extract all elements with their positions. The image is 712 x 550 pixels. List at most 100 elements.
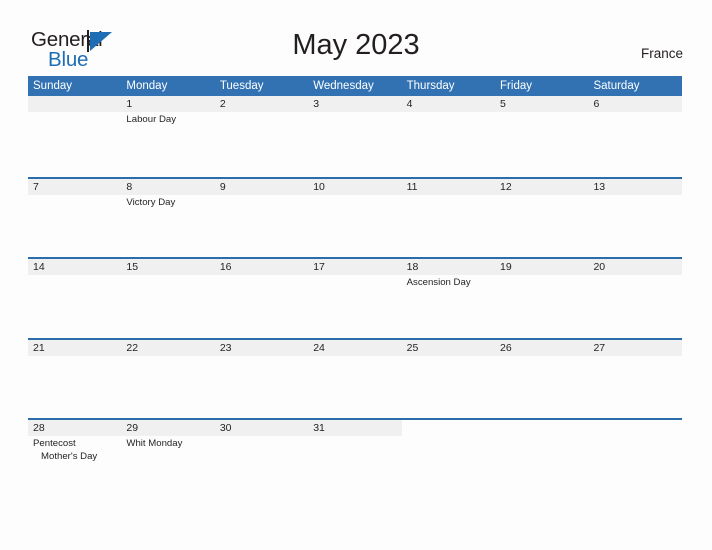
date-number[interactable]: 7 [28, 178, 122, 195]
date-number[interactable]: 23 [214, 339, 309, 356]
date-number[interactable]: 19 [495, 259, 589, 276]
weekday-header-wednesday: Wednesday [313, 80, 374, 92]
day-events [308, 436, 401, 498]
calendar-grid: Sunday Monday Tuesday Wednesday Thursday… [28, 76, 682, 499]
week-events-band: Labour Day [28, 112, 682, 174]
date-number[interactable]: 28 [28, 420, 122, 437]
date-number[interactable]: 15 [121, 259, 215, 276]
date-number[interactable]: 22 [121, 339, 215, 356]
date-number[interactable]: 1 [121, 96, 215, 112]
day-events [588, 195, 681, 257]
day-events [308, 275, 401, 337]
day-events [402, 356, 495, 418]
date-number[interactable]: 14 [28, 259, 122, 276]
date-empty [402, 420, 495, 436]
day-events [28, 112, 121, 174]
day-events: Labour Day [121, 112, 214, 174]
date-number[interactable]: 12 [495, 178, 589, 195]
holiday-label: Ascension Day [406, 277, 471, 289]
date-number[interactable]: 13 [588, 178, 682, 195]
day-events [402, 436, 495, 498]
date-number[interactable]: 31 [308, 420, 402, 437]
date-number[interactable]: 26 [495, 339, 589, 356]
date-number[interactable]: 24 [308, 339, 402, 356]
day-events [402, 112, 495, 174]
calendar-week-row: 14 15 16 17 18 19 20 Ascension Day [28, 257, 682, 338]
week-dates-band: 28 29 30 31 [28, 420, 682, 437]
date-number[interactable]: 5 [495, 96, 589, 112]
day-events [588, 356, 681, 418]
date-number[interactable]: 25 [401, 339, 496, 356]
day-events [495, 275, 588, 337]
day-events [28, 275, 121, 337]
date-number[interactable]: 10 [308, 178, 402, 195]
day-events [495, 112, 588, 174]
day-events: Pentecost Mother's Day [28, 436, 121, 498]
date-number[interactable]: 29 [121, 420, 215, 437]
day-events [215, 356, 308, 418]
date-number[interactable]: 4 [401, 96, 496, 112]
holiday-label: Whit Monday [126, 438, 183, 450]
holiday-label: Victory Day [126, 196, 176, 208]
holiday-label: Pentecost [33, 438, 76, 450]
weekday-header-saturday: Saturday [593, 80, 640, 92]
day-events [215, 112, 308, 174]
week-events-band: Pentecost Mother's Day Whit Monday [28, 436, 682, 498]
weekday-header-tuesday: Tuesday [219, 80, 264, 92]
date-number[interactable]: 6 [588, 96, 682, 112]
holiday-label: Labour Day [126, 114, 177, 125]
date-number[interactable]: 9 [214, 178, 309, 195]
weekday-header-row: Sunday Monday Tuesday Wednesday Thursday… [28, 76, 682, 96]
country-label: France [640, 46, 683, 61]
day-events [215, 436, 308, 498]
day-events [121, 275, 214, 337]
date-empty [28, 96, 122, 112]
day-events: Victory Day [121, 195, 214, 257]
day-events: Whit Monday [121, 436, 214, 498]
date-number[interactable]: 2 [214, 96, 309, 112]
day-events [308, 356, 401, 418]
day-events [402, 195, 495, 257]
week-dates-band: 21 22 23 24 25 26 27 [28, 339, 682, 356]
date-number[interactable]: 17 [308, 259, 402, 276]
holiday-label: Mother's Day [41, 451, 98, 463]
page-header: General Blue May 2023 France [0, 0, 712, 76]
weekday-header-monday: Monday [126, 80, 168, 92]
date-number[interactable]: 16 [214, 259, 309, 276]
date-empty [588, 420, 681, 436]
weekday-header-friday: Friday [500, 80, 532, 92]
date-number[interactable]: 30 [214, 420, 309, 437]
calendar-week-row: 1 2 3 4 5 6 Labour Day [28, 96, 682, 177]
day-events [28, 356, 121, 418]
day-events [215, 195, 308, 257]
page-title: May 2023 [292, 29, 420, 61]
day-events [121, 356, 214, 418]
date-number[interactable]: 11 [401, 178, 496, 195]
date-number[interactable]: 3 [308, 96, 402, 112]
calendar-week-row: 21 22 23 24 25 26 27 [28, 337, 682, 419]
weekday-header-sunday: Sunday [33, 80, 73, 92]
date-number[interactable]: 21 [28, 339, 122, 356]
calendar-page: General Blue May 2023 France Sunday Mond… [0, 0, 712, 550]
calendar-week-row: 28 29 30 31 Pentecost Mother's Day Whit Monday [28, 418, 682, 499]
week-dates-band: 14 15 16 17 18 19 20 [28, 259, 682, 276]
date-number[interactable]: 20 [588, 259, 682, 276]
calendar-weeks: 1 2 3 4 5 6 Labour Day 7 8 9 10 11 12 13 Victory Day 14… [28, 96, 682, 499]
date-number[interactable]: 18 [401, 259, 496, 276]
week-events-band: Victory Day [28, 195, 682, 257]
calendar-week-row: 7 8 9 10 11 12 13 Victory Day [28, 176, 682, 258]
day-events [215, 275, 308, 337]
day-events: Ascension Day [402, 275, 495, 337]
week-dates-band: 7 8 9 10 11 12 13 [28, 178, 682, 195]
day-events [588, 275, 681, 337]
day-events [495, 195, 588, 257]
day-events [495, 356, 588, 418]
week-events-band: Ascension Day [28, 275, 682, 337]
week-events-band [28, 356, 682, 418]
date-number[interactable]: 8 [121, 178, 215, 195]
day-events [495, 436, 588, 498]
week-dates-band: 123456 [28, 96, 682, 112]
day-events [588, 436, 681, 498]
date-number[interactable]: 27 [588, 339, 682, 356]
day-events [588, 112, 681, 174]
